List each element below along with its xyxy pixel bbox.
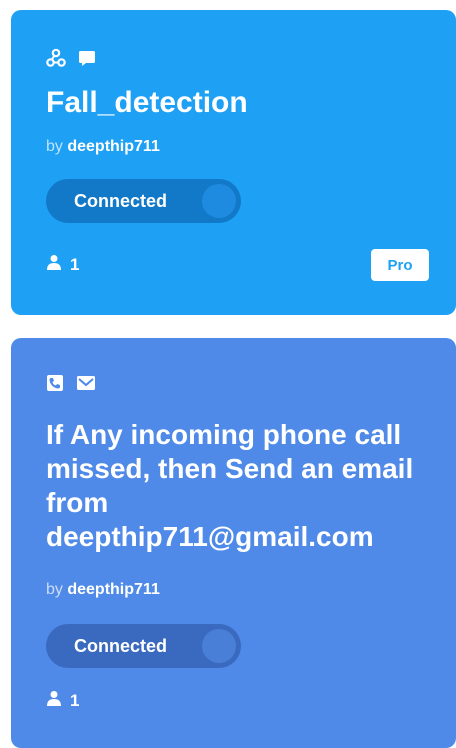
applet-byline: by deepthip711 bbox=[46, 581, 160, 599]
applet-author: deepthip711 bbox=[67, 581, 160, 598]
pro-badge: Pro bbox=[371, 249, 429, 281]
applet-byline: by deepthip711 bbox=[46, 138, 160, 156]
applet-card-fall-detection[interactable]: Fall_detection by deepthip711 Connected … bbox=[11, 10, 456, 315]
user-icon bbox=[46, 690, 62, 711]
connection-toggle[interactable]: Connected bbox=[46, 624, 241, 668]
by-prefix: by bbox=[46, 138, 63, 155]
toggle-knob[interactable] bbox=[202, 184, 236, 218]
applet-author: deepthip711 bbox=[67, 138, 160, 155]
email-icon bbox=[76, 375, 96, 391]
by-prefix: by bbox=[46, 581, 63, 598]
notification-icon bbox=[78, 49, 96, 67]
phone-call-icon bbox=[46, 374, 64, 392]
webhooks-icon bbox=[46, 48, 66, 68]
applet-title: If Any incoming phone call missed, then … bbox=[46, 419, 414, 553]
applet-card-missed-call-email[interactable]: If Any incoming phone call missed, then … bbox=[11, 338, 456, 748]
user-count: 1 bbox=[46, 690, 79, 711]
user-count-value: 1 bbox=[70, 690, 80, 710]
toggle-knob[interactable] bbox=[202, 629, 236, 663]
connection-status-label: Connected bbox=[74, 190, 168, 211]
applet-title: Fall_detection bbox=[46, 86, 248, 119]
user-count-value: 1 bbox=[70, 254, 80, 274]
connection-toggle[interactable]: Connected bbox=[46, 179, 241, 223]
user-count: 1 bbox=[46, 254, 79, 275]
service-icons bbox=[46, 374, 96, 392]
connection-status-label: Connected bbox=[74, 635, 168, 656]
user-icon bbox=[46, 254, 62, 275]
service-icons bbox=[46, 48, 96, 68]
